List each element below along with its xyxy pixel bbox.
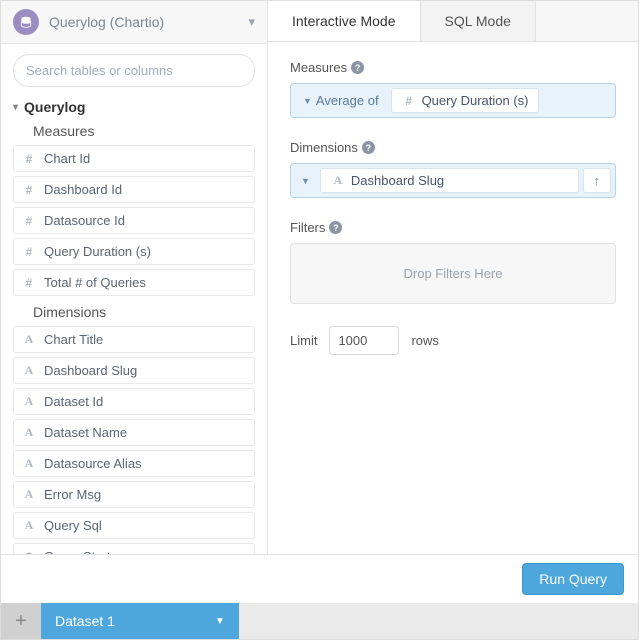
text-icon: A [22,518,36,533]
measures-section-label: Measures [13,119,255,145]
field-query-duration[interactable]: #Query Duration (s) [13,238,255,265]
field-chart-title[interactable]: AChart Title [13,326,255,353]
field-dashboard-id[interactable]: #Dashboard Id [13,176,255,203]
app-root: Querylog (Chartio) ▾ ▾ Querylog Measures… [0,0,639,640]
field-query-sql[interactable]: AQuery Sql [13,512,255,539]
tab-interactive-mode[interactable]: Interactive Mode [268,1,421,41]
tree-root-querylog[interactable]: ▾ Querylog [13,97,255,119]
text-icon: A [22,332,36,347]
number-icon: # [402,94,416,108]
limit-label: Limit [290,333,317,348]
help-icon[interactable]: ? [329,221,342,234]
aggregation-selector[interactable]: ▼ Average of [295,88,387,113]
limit-input[interactable] [329,326,399,355]
arrow-up-icon: ↑ [594,173,601,188]
datasource-selector[interactable]: Querylog (Chartio) ▾ [1,1,267,44]
main-area: Querylog (Chartio) ▾ ▾ Querylog Measures… [1,1,638,554]
dimension-field-chip[interactable]: A Dashboard Slug [320,168,579,193]
dimensions-group-label: Dimensions ? [290,140,616,155]
search-wrap [1,44,267,97]
run-query-button[interactable]: Run Query [522,563,624,595]
text-icon: A [331,173,345,188]
sidebar: Querylog (Chartio) ▾ ▾ Querylog Measures… [1,1,268,554]
number-icon: # [22,276,36,290]
content-area: Interactive Mode SQL Mode Measures ? ▼ A… [268,1,638,554]
limit-suffix: rows [411,333,438,348]
tab-sql-mode[interactable]: SQL Mode [421,1,536,41]
limit-row: Limit rows [290,326,616,355]
text-icon: A [22,363,36,378]
field-datasource-alias[interactable]: ADatasource Alias [13,450,255,477]
datasource-icon [13,9,39,35]
field-error-msg[interactable]: AError Msg [13,481,255,508]
help-icon[interactable]: ? [362,141,375,154]
run-bar: Run Query [1,554,638,603]
caret-down-icon: ▾ [248,14,255,30]
number-icon: # [22,152,36,166]
field-dataset-id[interactable]: ADataset Id [13,388,255,415]
sort-toggle[interactable]: ↑ [583,168,612,193]
field-chart-id[interactable]: #Chart Id [13,145,255,172]
datasource-title: Querylog (Chartio) [49,14,238,30]
chevron-down-icon: ▾ [13,102,18,113]
dataset-bar: + Dataset 1 ▼ [1,603,638,639]
dimensions-section-label: Dimensions [13,300,255,326]
dataset-tab[interactable]: Dataset 1 ▼ [41,603,239,639]
measure-field-chip[interactable]: # Query Duration (s) [391,88,540,113]
measure-pill[interactable]: ▼ Average of # Query Duration (s) [290,83,616,118]
field-dashboard-slug[interactable]: ADashboard Slug [13,357,255,384]
mode-tabs: Interactive Mode SQL Mode [268,1,638,42]
schema-tree: ▾ Querylog Measures #Chart Id #Dashboard… [1,97,267,554]
filters-dropzone[interactable]: Drop Filters Here [290,243,616,304]
number-icon: # [22,214,36,228]
text-icon: A [22,487,36,502]
search-input[interactable] [13,54,255,87]
dimension-pill[interactable]: ▼ A Dashboard Slug ↑ [290,163,616,198]
help-icon[interactable]: ? [351,61,364,74]
dimension-menu[interactable]: ▼ [295,168,316,193]
field-datasource-id[interactable]: #Datasource Id [13,207,255,234]
text-icon: A [22,394,36,409]
builder-panel: Measures ? ▼ Average of # Query Duration… [268,42,638,554]
filters-group-label: Filters ? [290,220,616,235]
caret-down-icon: ▼ [303,96,312,106]
caret-down-icon: ▼ [301,176,310,186]
field-total-queries[interactable]: #Total # of Queries [13,269,255,296]
measures-group-label: Measures ? [290,60,616,75]
field-query-start[interactable]: Query Start [13,543,255,554]
text-icon: A [22,425,36,440]
text-icon: A [22,456,36,471]
field-dataset-name[interactable]: ADataset Name [13,419,255,446]
number-icon: # [22,245,36,259]
tree-root-label: Querylog [24,99,85,115]
add-dataset-button[interactable]: + [1,603,41,639]
number-icon: # [22,183,36,197]
caret-down-icon: ▼ [215,616,225,627]
